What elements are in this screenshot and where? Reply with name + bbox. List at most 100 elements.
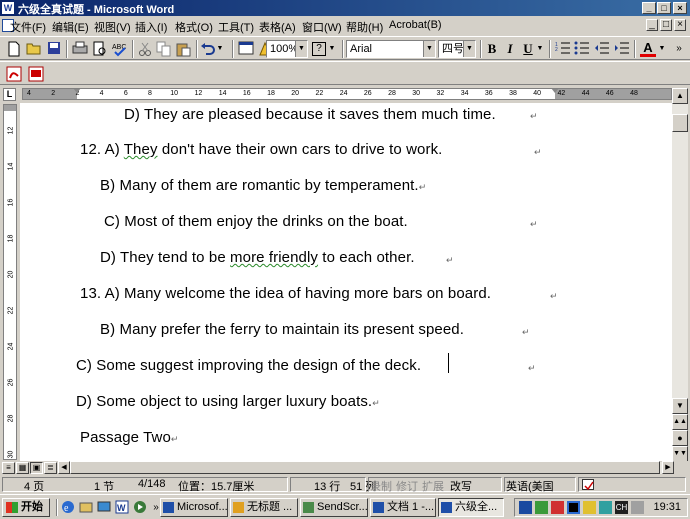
normal-view-button[interactable]: ≡ <box>2 462 15 474</box>
restore-button[interactable]: □ <box>657 2 671 14</box>
document-line[interactable]: C) Most of them enjoy the drinks on the … <box>104 213 408 230</box>
web-view-button[interactable]: ▦ <box>16 462 29 474</box>
font-color-button[interactable]: A <box>640 41 656 57</box>
scroll-right-button[interactable]: ▶ <box>662 461 674 474</box>
ie-icon[interactable]: e <box>60 500 76 516</box>
chevron-down-icon[interactable]: ▼ <box>295 41 307 57</box>
tray-app-icon[interactable] <box>599 501 612 514</box>
volume-icon[interactable] <box>631 501 644 514</box>
taskbar-item-sendscreen[interactable]: SendScr... <box>300 498 368 517</box>
document-line[interactable]: D) They are pleased because it saves the… <box>124 106 496 123</box>
next-page-button[interactable]: ▼▼ <box>672 446 688 462</box>
menu-edit[interactable]: 编辑(E) <box>52 19 89 35</box>
clock[interactable]: 19:31 <box>653 501 681 513</box>
media-player-icon[interactable] <box>132 500 148 516</box>
bullets-icon[interactable] <box>574 41 590 57</box>
taskbar-item-microsoft[interactable]: Microsof... <box>160 498 228 517</box>
vertical-ruler[interactable]: 12 14 16 18 20 22 24 26 28 30 <box>3 104 17 460</box>
doc-close-button[interactable]: × <box>674 19 686 31</box>
first-line-indent-marker[interactable] <box>73 89 81 93</box>
print-preview-icon[interactable] <box>92 41 108 57</box>
title-bar[interactable]: W 六级全真试题 - Microsoft Word _ □ × <box>0 0 690 16</box>
scroll-left-button[interactable]: ◀ <box>58 461 70 474</box>
document-line[interactable]: B) Many prefer the ferry to maintain its… <box>100 321 464 338</box>
cut-icon[interactable] <box>137 41 153 57</box>
status-rec[interactable]: 录制 <box>370 478 392 494</box>
horizontal-ruler[interactable]: L 4 2 2 4 6 8 10 12 14 16 18 20 22 24 26 28 30 32 34 36 38 40… <box>0 86 690 102</box>
status-language[interactable]: 英语(美国 <box>506 478 554 494</box>
scroll-up-button[interactable]: ▲ <box>672 88 688 104</box>
help-icon[interactable]: ? <box>312 42 326 56</box>
insert-table-icon[interactable] <box>238 41 254 57</box>
document-line[interactable]: Passage Two↵ <box>80 429 179 446</box>
increase-indent-icon[interactable] <box>614 41 630 57</box>
antivirus-icon[interactable] <box>551 501 564 514</box>
minimize-button[interactable]: _ <box>642 2 656 14</box>
network-icon[interactable] <box>535 501 548 514</box>
document-line[interactable]: 13. A) Many welcome the idea of having m… <box>80 285 491 302</box>
show-desktop-icon[interactable] <box>96 500 112 516</box>
word-app-icon[interactable]: W <box>2 2 14 14</box>
decrease-indent-icon[interactable] <box>594 41 610 57</box>
print-layout-button[interactable]: ▣ <box>30 462 43 474</box>
taskbar-item-untitled[interactable]: 无标题 ... <box>230 498 298 517</box>
paste-icon[interactable] <box>176 41 192 57</box>
input-method-icon[interactable] <box>519 501 532 514</box>
doc-minimize-button[interactable]: _ <box>646 19 658 31</box>
taskbar-item-document1[interactable]: 文档 1 -... <box>370 498 436 517</box>
menu-format[interactable]: 格式(O) <box>175 19 213 35</box>
document-line[interactable]: C) Some suggest improving the design of … <box>76 357 421 374</box>
previous-page-button[interactable]: ▲▲ <box>672 414 688 430</box>
font-select[interactable]: Arial ▼ <box>346 40 436 58</box>
zoom-select[interactable]: 100% ▼ <box>266 40 308 58</box>
menu-window[interactable]: 窗口(W) <box>302 19 342 35</box>
bold-button[interactable]: B <box>484 41 500 57</box>
undo-dropdown-icon[interactable]: ▼ <box>216 41 224 57</box>
security-icon[interactable] <box>583 501 596 514</box>
print-icon[interactable] <box>72 41 88 57</box>
document-line[interactable]: 12. A) They don't have their own cars to… <box>80 141 442 158</box>
copy-icon[interactable] <box>156 41 172 57</box>
right-indent-marker[interactable] <box>551 89 559 93</box>
grammar-underline[interactable]: They <box>124 141 158 158</box>
undo-icon[interactable] <box>200 41 216 57</box>
numbering-icon[interactable]: 12 <box>555 41 571 57</box>
menu-insert[interactable]: 插入(I) <box>135 19 167 35</box>
convert-and-email-pdf-icon[interactable] <box>28 66 44 82</box>
menu-tools[interactable]: 工具(T) <box>218 19 254 35</box>
menu-table[interactable]: 表格(A) <box>259 19 296 35</box>
horizontal-scroll-track[interactable]: ◀ ▶ <box>58 461 674 474</box>
font-color-dropdown-icon[interactable]: ▼ <box>658 41 666 57</box>
outline-view-button[interactable]: ≣ <box>44 462 57 474</box>
menu-help[interactable]: 帮助(H) <box>346 19 383 35</box>
vertical-scrollbar[interactable]: ▲ ▼ ▲▲ ● ▼▼ <box>672 88 688 462</box>
spelling-icon[interactable]: ABC <box>112 41 128 57</box>
menu-file[interactable]: 文件(F) <box>10 19 46 35</box>
select-browse-object-button[interactable]: ● <box>672 430 688 446</box>
display-icon[interactable] <box>567 501 580 514</box>
new-document-icon[interactable] <box>6 41 22 57</box>
document-page[interactable]: D) They are pleased because it saves the… <box>20 103 672 461</box>
scroll-down-button[interactable]: ▼ <box>672 398 688 414</box>
font-size-select[interactable]: 四号 ▼ <box>438 40 476 58</box>
spelling-status-icon[interactable] <box>582 479 594 491</box>
document-line[interactable]: D) Some object to using larger luxury bo… <box>76 393 380 410</box>
document-line[interactable]: D) They tend to be more friendly to each… <box>100 249 415 266</box>
menu-acrobat[interactable]: Acrobat(B) <box>389 19 442 31</box>
grammar-underline[interactable]: more friendly <box>230 249 318 266</box>
convert-to-pdf-icon[interactable] <box>6 66 22 82</box>
close-button[interactable]: × <box>673 2 687 14</box>
help-dropdown-icon[interactable]: ▼ <box>328 41 336 57</box>
horizontal-scroll-thumb[interactable] <box>70 461 660 474</box>
word-quicklaunch-icon[interactable]: W <box>114 500 130 516</box>
menu-view[interactable]: 视图(V) <box>94 19 131 35</box>
chevron-down-icon[interactable]: ▼ <box>463 41 475 57</box>
italic-button[interactable]: I <box>502 41 518 57</box>
chevron-down-icon[interactable]: ▼ <box>423 41 435 57</box>
save-icon[interactable] <box>46 41 62 57</box>
taskbar-item-active-document[interactable]: 六级全... <box>438 498 504 517</box>
document-line[interactable]: B) Many of them are romantic by temperam… <box>100 177 426 194</box>
status-overtype[interactable]: 改写 <box>450 478 472 494</box>
underline-button[interactable]: U <box>520 41 536 57</box>
status-track-changes[interactable]: 修订 <box>396 478 418 494</box>
